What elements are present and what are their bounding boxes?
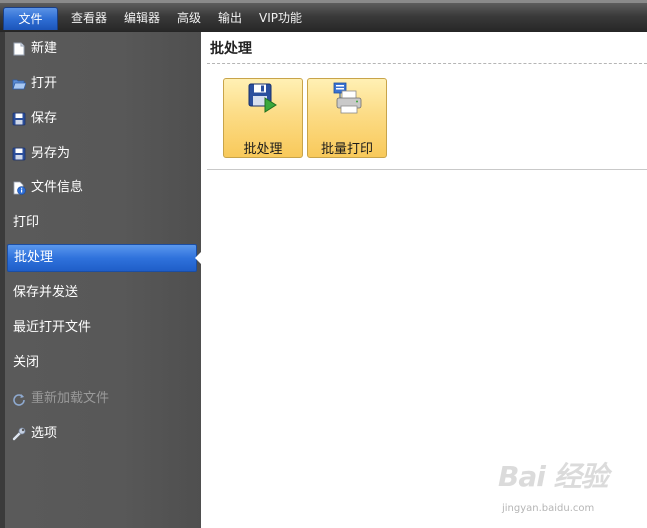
baidu-jingyan-watermark: Bai 经验 jingyan.baidu.com bbox=[478, 455, 643, 525]
backstage-sidebar: 新建 打开 保存 另存为 文件信息 打印 批处理 保存并发送 最近打开文件 关闭… bbox=[0, 32, 203, 528]
watermark-logo: Bai 经验 bbox=[498, 460, 609, 493]
sidebar-item-save[interactable]: 保存 bbox=[7, 105, 197, 133]
batch-save-icon bbox=[248, 83, 277, 113]
title-divider bbox=[207, 63, 647, 64]
save-disk-icon bbox=[12, 112, 26, 126]
tile-label: 批量打印 bbox=[320, 142, 373, 157]
sidebar-item-options[interactable]: 选项 bbox=[7, 420, 197, 448]
sidebar-item-close[interactable]: 关闭 bbox=[7, 349, 197, 377]
wrench-icon bbox=[12, 427, 26, 441]
sidebar-item-label: 新建 bbox=[31, 41, 58, 56]
sidebar-item-save-and-send[interactable]: 保存并发送 bbox=[7, 279, 197, 307]
sidebar-item-label: 文件信息 bbox=[31, 180, 84, 195]
sidebar-item-label: 打印 bbox=[13, 215, 40, 230]
sidebar-item-batch[interactable]: 批处理 bbox=[7, 244, 203, 272]
menu-output[interactable]: 输出 bbox=[218, 8, 242, 29]
sidebar-item-label: 保存 bbox=[31, 111, 58, 126]
sidebar-item-label: 打开 bbox=[31, 76, 58, 91]
sidebar-item-print[interactable]: 打印 bbox=[7, 209, 197, 237]
batch-panel: 批处理 批处理 批量打印 bbox=[201, 32, 647, 528]
menu-vip[interactable]: VIP功能 bbox=[259, 8, 302, 29]
menu-bar: 文件 查看器 编辑器 高级 输出 VIP功能 bbox=[0, 0, 647, 32]
sidebar-item-label: 重新加载文件 bbox=[31, 391, 110, 406]
open-folder-icon bbox=[12, 79, 26, 90]
sidebar-item-open[interactable]: 打开 bbox=[7, 70, 197, 98]
batch-print-icon bbox=[333, 82, 362, 114]
sidebar-item-reload-file: 重新加载文件 bbox=[7, 385, 197, 413]
section-divider bbox=[207, 169, 647, 170]
save-as-disk-icon bbox=[12, 147, 26, 161]
sidebar-edge bbox=[0, 32, 5, 528]
sidebar-item-label: 关闭 bbox=[13, 355, 40, 370]
menu-viewer[interactable]: 查看器 bbox=[71, 8, 107, 29]
panel-title: 批处理 bbox=[210, 41, 252, 57]
sidebar-item-new[interactable]: 新建 bbox=[7, 35, 197, 63]
sidebar-item-label: 选项 bbox=[31, 426, 58, 441]
app-window: 文件 查看器 编辑器 高级 输出 VIP功能 新建 打开 保存 另存为 文件信息… bbox=[0, 0, 647, 528]
file-info-icon bbox=[13, 181, 26, 195]
new-file-icon bbox=[13, 42, 25, 56]
batch-print-button[interactable]: 批量打印 bbox=[307, 78, 387, 158]
menu-editor[interactable]: 编辑器 bbox=[124, 8, 160, 29]
sidebar-item-file-info[interactable]: 文件信息 bbox=[7, 174, 197, 202]
sidebar-item-label: 另存为 bbox=[31, 146, 71, 161]
sidebar-item-label: 最近打开文件 bbox=[13, 320, 92, 335]
sidebar-item-label: 批处理 bbox=[14, 250, 54, 265]
batch-process-button[interactable]: 批处理 bbox=[223, 78, 303, 158]
menu-advanced[interactable]: 高级 bbox=[177, 8, 201, 29]
sidebar-item-label: 保存并发送 bbox=[13, 285, 79, 300]
tile-label: 批处理 bbox=[243, 142, 283, 157]
reload-icon bbox=[13, 394, 25, 406]
sidebar-item-recent-files[interactable]: 最近打开文件 bbox=[7, 314, 197, 342]
watermark-url: jingyan.baidu.com bbox=[502, 503, 595, 514]
menu-file[interactable]: 文件 bbox=[3, 7, 58, 30]
sidebar-item-save-as[interactable]: 另存为 bbox=[7, 140, 197, 168]
